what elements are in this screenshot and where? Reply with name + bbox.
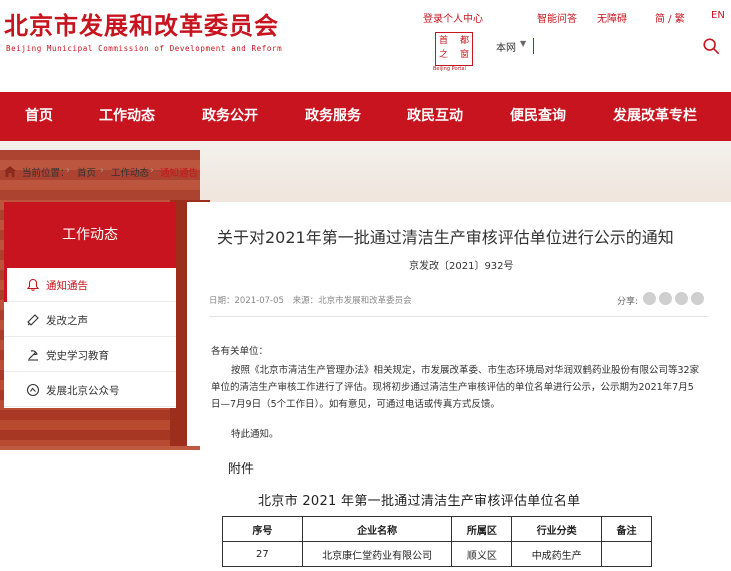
nav-item-interaction[interactable]: 政民互动 — [407, 92, 463, 141]
nav-item-public-query[interactable]: 便民查询 — [510, 92, 566, 141]
login-link[interactable]: 登录个人中心 — [423, 10, 483, 25]
capital-window-label: Beijing Portal — [433, 66, 466, 72]
article-title: 关于对2021年第一批通过清洁生产审核评估单位进行公示的通知 — [217, 228, 674, 247]
attachment-table: 序号 企业名称 所属区 行业分类 备注 27 北京康仁堂药业有限公司 顺义区 中… — [222, 516, 652, 567]
nav-item-gov-service[interactable]: 政务服务 — [305, 92, 361, 141]
breadcrumb-separator: › — [66, 165, 70, 176]
nav-item-gov-disclosure[interactable]: 政务公开 — [202, 92, 258, 141]
search-scope-select[interactable]: 本网 — [496, 39, 516, 54]
share-label: 分享: — [617, 297, 639, 307]
table-row: 27 北京康仁堂药业有限公司 顺义区 中成药生产 — [222, 541, 652, 567]
nav-item-reform-column[interactable]: 发展改革专栏 — [613, 92, 697, 141]
column-header: 备注 — [601, 516, 652, 542]
column-header: 企业名称 — [301, 516, 453, 542]
sidebar-item-party-history[interactable]: 党史学习教育 — [4, 338, 176, 372]
main-nav: 首页 工作动态 政务公开 政务服务 政民互动 便民查询 发展改革专栏 — [0, 92, 731, 141]
search-divider — [533, 38, 534, 54]
party-icon — [28, 350, 38, 361]
sidebar-item-label: 通知通告 — [46, 280, 88, 292]
sidebar-item-label: 发展北京公众号 — [46, 385, 120, 397]
share-more-icon[interactable] — [691, 292, 704, 305]
article-panel: 关于对2021年第一批通过清洁生产审核评估单位进行公示的通知 京发改〔2021〕… — [187, 202, 731, 446]
english-link[interactable]: EN — [711, 10, 725, 21]
article-date: 日期：2021-07-05 — [209, 296, 284, 306]
article-greeting: 各有关单位： — [211, 346, 269, 357]
sidebar-item-notices[interactable]: 通知通告 — [4, 268, 176, 302]
sidebar-item-label: 党史学习教育 — [46, 350, 109, 362]
bell-icon — [26, 278, 40, 291]
accessibility-link[interactable]: 无障碍 — [597, 10, 627, 25]
site-header: 北京市发展和改革委员会 Beijing Municipal Commission… — [0, 0, 731, 92]
sidebar-item-wechat[interactable]: 发展北京公众号 — [4, 373, 176, 407]
home-icon — [4, 166, 16, 177]
article-divider — [209, 316, 709, 317]
search-icon[interactable] — [702, 37, 720, 55]
breadcrumb-home[interactable]: 首页 — [77, 165, 96, 179]
breadcrumb-separator: › — [100, 165, 104, 176]
search-bar: 本网 ▼ — [484, 33, 731, 59]
top-links: 登录个人中心 智能问答 无障碍 简 / 繁 EN — [411, 10, 731, 25]
search-input[interactable] — [539, 36, 689, 56]
share-qq-icon[interactable] — [675, 292, 688, 305]
breadcrumb-separator: › — [150, 165, 154, 176]
column-header: 所属区 — [451, 516, 513, 542]
capital-window-logo[interactable]: 首 都 之 窗 — [435, 32, 473, 66]
sidebar-heading: 工作动态 — [4, 202, 176, 268]
document-number: 京发改〔2021〕932号 — [409, 261, 514, 272]
language-switch-link[interactable]: 简 / 繁 — [655, 10, 685, 25]
nav-item-work-news[interactable]: 工作动态 — [99, 92, 155, 141]
column-header: 行业分类 — [511, 516, 603, 542]
attachment-heading: 附件 — [228, 462, 255, 477]
smart-qa-link[interactable]: 智能问答 — [537, 10, 577, 25]
table-cell: 中成药生产 — [511, 541, 603, 567]
sidebar-item-voice[interactable]: 发改之声 — [4, 303, 176, 337]
table-header-row: 序号 企业名称 所属区 行业分类 备注 — [222, 516, 652, 542]
chevron-down-icon[interactable]: ▼ — [520, 39, 526, 48]
seal-char: 都 — [459, 36, 469, 46]
share-wechat-icon[interactable] — [659, 292, 672, 305]
sidebar: 工作动态 通知通告 发改之声 党史学习教育 发展北京公众号 — [4, 202, 176, 408]
seal-char: 之 — [439, 50, 449, 60]
sidebar-item-label: 发改之声 — [46, 315, 88, 327]
site-title-english: Beijing Municipal Commission of Developm… — [6, 44, 283, 53]
seal-char: 首 — [439, 36, 449, 46]
breadcrumb-current[interactable]: 通知通告 — [160, 165, 198, 179]
article-source: 来源：北京市发展和改革委员会 — [292, 296, 412, 306]
table-cell: 顺义区 — [451, 541, 513, 567]
wechat-icon — [26, 383, 40, 397]
table-cell — [601, 541, 652, 567]
article-body-text: 按照《北京市清洁生产管理办法》相关规定，市发展改革委、市生态环境局对华润双鹤药业… — [211, 365, 700, 410]
seal-char: 窗 — [459, 50, 469, 60]
megaphone-icon — [27, 314, 39, 326]
breadcrumb-work-news[interactable]: 工作动态 — [111, 165, 149, 179]
table-cell: 北京康仁堂药业有限公司 — [301, 541, 453, 567]
breadcrumb-label: 当前位置： — [22, 168, 70, 179]
attachment-table-title: 北京市 2021 年第一批通过清洁生产审核评估单位名单 — [258, 494, 581, 509]
article-body: 按照《北京市清洁生产管理办法》相关规定，市发展改革委、市生态环境局对华润双鹤药业… — [211, 362, 701, 413]
site-title[interactable]: 北京市发展和改革委员会 — [4, 6, 279, 41]
article-meta: 日期：2021-07-05 来源：北京市发展和改革委员会 — [209, 294, 418, 306]
share-weibo-icon[interactable] — [643, 292, 656, 305]
table-cell: 27 — [222, 541, 303, 567]
column-header: 序号 — [222, 516, 303, 542]
nav-item-home[interactable]: 首页 — [25, 92, 53, 141]
article-closing: 特此通知。 — [231, 429, 279, 440]
